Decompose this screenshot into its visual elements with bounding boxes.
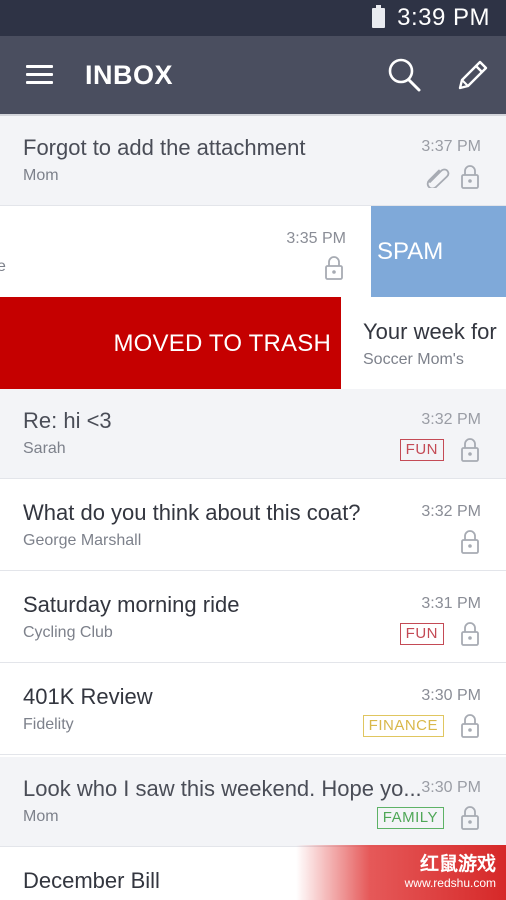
email-time: 3:30 PM	[421, 687, 481, 704]
battery-icon	[372, 5, 386, 28]
email-subject: Forgot to add the attachment	[23, 135, 306, 160]
email-sender: Fidelity	[23, 716, 74, 733]
email-subject: Look who I saw this weekend. Hope yo...	[23, 776, 421, 801]
email-time: 3:32 PM	[421, 411, 481, 428]
lock-icon	[325, 256, 343, 280]
email-sender: Mom	[23, 808, 59, 825]
watermark-logo: 红鼠游戏	[419, 854, 496, 875]
email-row-panel[interactable]: Your week for Soccer Mom's	[341, 297, 506, 389]
email-row[interactable]: What do you think about this coat? Georg…	[0, 481, 506, 571]
email-time: 3:31 PM	[421, 595, 481, 612]
tag-badge: FAMILY	[376, 807, 444, 829]
email-subject: Re: hi <3	[23, 408, 112, 433]
search-icon[interactable]	[386, 56, 422, 94]
status-time: 3:39 PM	[397, 4, 490, 31]
email-subject: 401K Review	[23, 684, 153, 709]
email-sender: e	[0, 258, 6, 275]
app-bar: INBOX	[0, 36, 506, 114]
email-row-swiped-trash[interactable]: MOVED TO TRASH Your week for Soccer Mom'…	[0, 297, 506, 389]
email-sender: Soccer Mom's	[363, 351, 464, 368]
email-subject: Saturday morning ride	[23, 592, 240, 617]
tag-badge: FUN	[399, 439, 444, 461]
email-row[interactable]: 401K Review Fidelity 3:30 PM FINANCE	[0, 665, 506, 755]
email-row[interactable]: Forgot to add the attachment Mom 3:37 PM	[0, 116, 506, 206]
email-row-swiped-spam[interactable]: e 3:35 PM SPAM	[0, 206, 506, 297]
email-time: 3:37 PM	[421, 138, 481, 155]
email-time: 3:35 PM	[286, 230, 346, 247]
compose-icon[interactable]	[454, 56, 490, 94]
email-subject: Your week for	[363, 319, 497, 344]
lock-icon	[461, 530, 479, 554]
email-sender: Mom	[23, 167, 59, 184]
watermark-url: www.redshu.com	[404, 876, 496, 890]
trash-action[interactable]: MOVED TO TRASH	[0, 297, 341, 389]
lock-icon	[461, 714, 479, 738]
email-row[interactable]: Saturday morning ride Cycling Club 3:31 …	[0, 573, 506, 663]
email-row-panel[interactable]: e 3:35 PM	[0, 206, 371, 297]
email-sender: Sarah	[23, 440, 66, 457]
email-sender: Cycling Club	[23, 624, 113, 641]
email-subject: What do you think about this coat?	[23, 500, 361, 525]
email-list: Forgot to add the attachment Mom 3:37 PM…	[0, 116, 506, 900]
email-subject: December Bill	[23, 868, 160, 893]
attachment-icon	[426, 168, 450, 188]
lock-icon	[461, 806, 479, 830]
email-sender: George Marshall	[23, 532, 142, 549]
email-row[interactable]: Look who I saw this weekend. Hope yo... …	[0, 757, 506, 847]
tag-badge: FINANCE	[362, 715, 444, 737]
email-row[interactable]: Re: hi <3 Sarah 3:32 PM FUN	[0, 389, 506, 479]
trash-label: MOVED TO TRASH	[113, 330, 331, 357]
spam-label: SPAM	[377, 238, 444, 265]
spam-action[interactable]: SPAM	[371, 206, 506, 297]
page-title: INBOX	[85, 60, 174, 90]
menu-icon[interactable]	[26, 65, 53, 85]
watermark: 红鼠游戏 www.redshu.com	[296, 845, 506, 900]
email-time: 3:32 PM	[421, 503, 481, 520]
lock-icon	[461, 622, 479, 646]
status-bar: 3:39 PM	[0, 0, 506, 36]
lock-icon	[461, 165, 479, 189]
tag-badge: FUN	[399, 623, 444, 645]
lock-icon	[461, 438, 479, 462]
email-time: 3:30 PM	[421, 779, 481, 796]
